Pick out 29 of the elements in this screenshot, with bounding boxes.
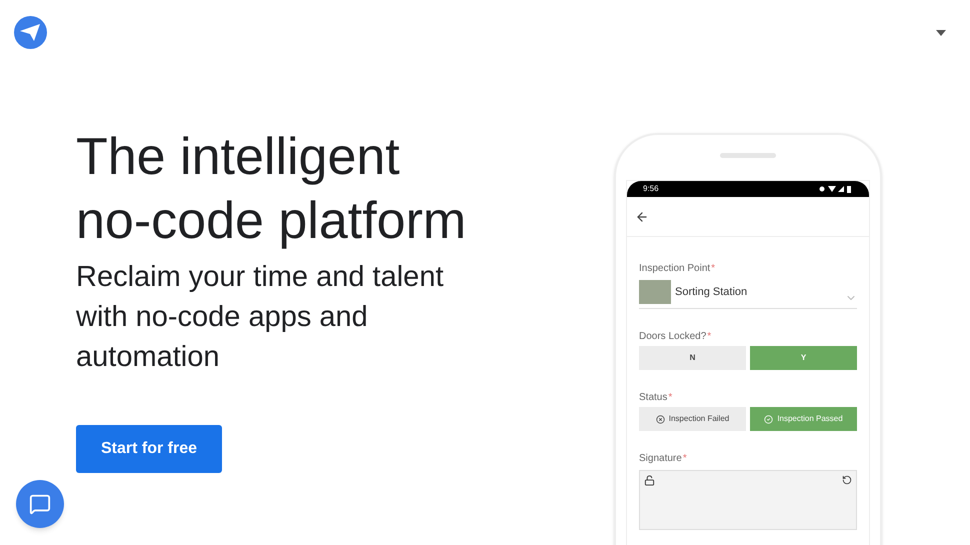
chat-button[interactable] (16, 480, 64, 528)
toggle-option[interactable]: N (639, 346, 746, 370)
field-label: Signature (639, 452, 682, 466)
field-label: Status (639, 391, 668, 405)
required-asterisk: * (668, 391, 672, 405)
chat-icon (29, 493, 51, 515)
status-icons-drawing (819, 185, 853, 193)
x-circle-icon (656, 414, 665, 424)
select-value: Sorting Station (675, 284, 748, 300)
unlock-icon (644, 475, 655, 486)
hero-subtitle: Reclaim your time and talent with no-code apps and automation (76, 260, 444, 375)
status-time: 9:56 (643, 183, 659, 195)
toggle-option[interactable]: Inspection Failed (639, 407, 746, 431)
required-asterisk: * (682, 452, 687, 466)
paper-plane-logo-icon[interactable] (14, 16, 47, 49)
field-label: Inspection Point (639, 262, 710, 276)
required-asterisk: * (711, 262, 716, 276)
photo-placeholder (639, 280, 671, 304)
hero-title-line: no-code platform (76, 191, 468, 252)
select-field[interactable]: Sorting Station (639, 280, 857, 309)
undo-icon (842, 475, 852, 485)
hero-title-line: The intelligent (76, 127, 401, 188)
field-label: Doors Locked? (639, 330, 706, 344)
required-asterisk: * (707, 330, 712, 344)
back-arrow-icon[interactable] (635, 210, 649, 224)
phone-speaker (720, 153, 776, 158)
start-button[interactable]: Start for free (76, 425, 222, 473)
dropdown-caret-icon[interactable] (936, 30, 946, 36)
check-circle-icon (764, 414, 774, 424)
